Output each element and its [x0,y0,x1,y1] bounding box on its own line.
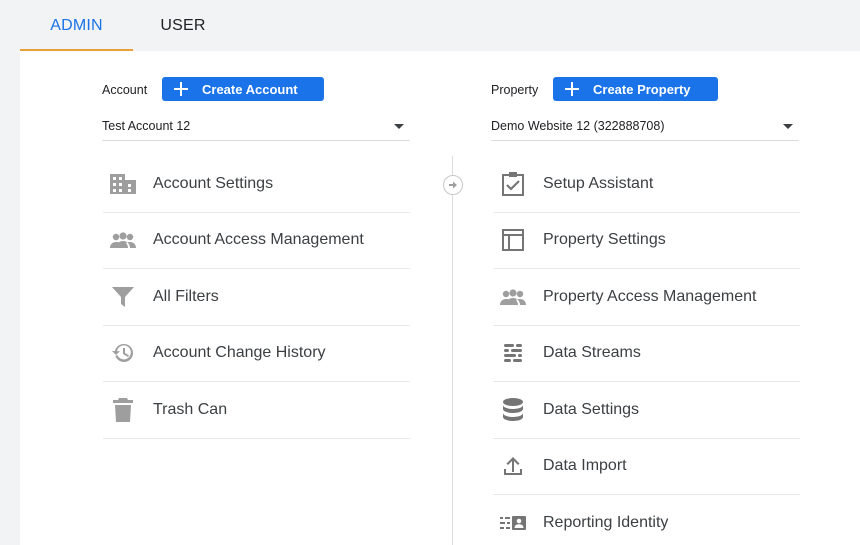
people-icon [499,283,527,311]
data-import-item[interactable]: Data Import [493,439,800,495]
property-label: Property [491,83,539,97]
item-label: Data Import [543,457,627,475]
dropdown-caret-icon [783,124,793,129]
database-icon [499,396,527,424]
upload-icon [499,452,527,480]
item-label: Property Settings [543,231,666,249]
tab-admin[interactable]: ADMIN [20,0,133,51]
item-label: Account Access Management [153,231,364,249]
create-account-button[interactable]: Create Account [162,77,324,101]
account-change-history-item[interactable]: Account Change History [103,326,410,382]
dropdown-caret-icon [394,124,404,129]
item-label: All Filters [153,287,219,305]
column-divider [452,156,453,545]
item-label: Data Settings [543,400,640,418]
filter-icon [109,283,137,311]
layout-icon [499,226,527,254]
admin-tabs: ADMIN USER [0,0,860,51]
reporting-identity-item[interactable]: Reporting Identity [493,495,800,545]
admin-panel: Account Create Account Test Account 12 P… [20,51,860,545]
account-menu: Account Settings Account Access Manageme… [103,156,410,439]
property-selected-value: Demo Website 12 (322888708) [491,118,665,133]
identity-icon [499,509,527,537]
plus-icon [174,82,188,96]
tab-user[interactable]: USER [133,0,233,51]
trash-can-item[interactable]: Trash Can [103,382,410,439]
account-label: Account [102,83,148,97]
account-selected-value: Test Account 12 [102,118,191,133]
property-selector[interactable]: Demo Website 12 (322888708) [491,111,799,141]
arrow-right-icon [443,175,463,195]
people-icon [109,226,137,254]
item-label: Account Settings [153,174,274,192]
account-settings-item[interactable]: Account Settings [103,156,410,213]
item-label: Account Change History [153,344,326,362]
account-access-management-item[interactable]: Account Access Management [103,213,410,269]
data-settings-item[interactable]: Data Settings [493,382,800,439]
streams-icon [499,339,527,367]
create-property-button[interactable]: Create Property [553,77,718,101]
data-streams-item[interactable]: Data Streams [493,326,800,382]
account-selector[interactable]: Test Account 12 [102,111,410,141]
setup-assistant-item[interactable]: Setup Assistant [493,156,800,213]
item-label: Data Streams [543,344,641,362]
item-label: Setup Assistant [543,174,654,192]
checkbox-icon [499,170,527,198]
plus-icon [565,82,579,96]
property-menu: Setup Assistant Property Settings Proper… [493,156,800,545]
create-property-label: Create Property [593,81,691,97]
history-icon [109,339,137,367]
property-access-management-item[interactable]: Property Access Management [493,269,800,326]
item-label: Property Access Management [543,287,757,305]
create-account-label: Create Account [202,81,298,97]
item-label: Trash Can [153,400,228,418]
item-label: Reporting Identity [543,514,669,532]
all-filters-item[interactable]: All Filters [103,269,410,326]
building-icon [109,170,137,198]
property-settings-item[interactable]: Property Settings [493,213,800,269]
trash-icon [109,396,137,424]
